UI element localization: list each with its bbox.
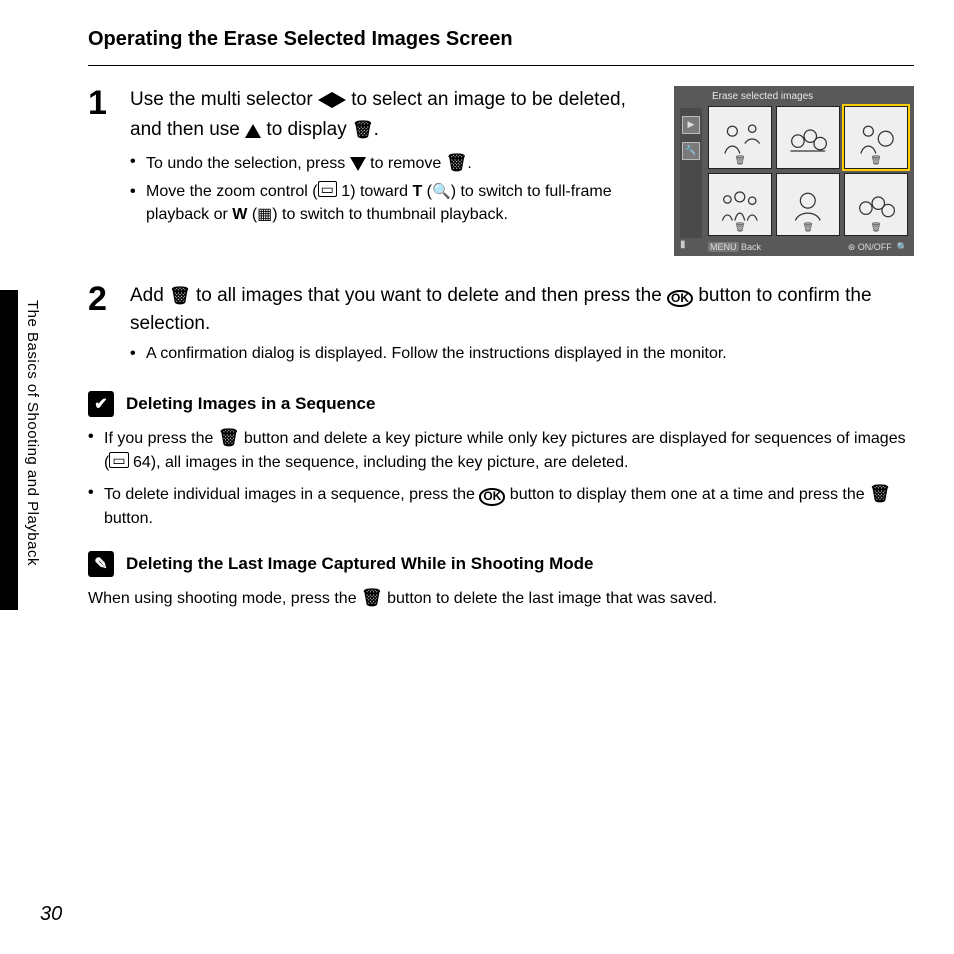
callout-sequence-heading: Deleting Images in a Sequence [126,394,375,414]
onoff-label: ON/OFF [858,242,892,252]
step-1-bullet-2: Move the zoom control (▭ 1) toward T (🔍)… [130,181,914,226]
t-zoom-icon: T [412,183,422,200]
step-1-bullet-1: To undo the selection, press to remove 🗑… [130,151,914,177]
step-2-number: 2 [88,282,130,369]
caution-badge-icon: ✔ [88,391,114,417]
callout1-item-2: To delete individual images in a sequenc… [88,481,914,531]
ok-button-icon: OK [667,290,693,307]
page-number: 30 [40,903,62,926]
title-rule [88,65,914,66]
play-mode-icon: ▶ [682,116,700,134]
magnify-icon: 🔍 [432,183,451,200]
right-arrow-icon [332,88,346,116]
trash-icon: 🗑 [169,286,191,305]
ok-hint-icon: ⊛ [848,242,856,252]
side-section-label: The Basics of Shooting and Playback [24,300,41,566]
step-2-bullet-1: A confirmation dialog is displayed. Foll… [130,343,914,365]
trash-icon: 🗑 [869,484,891,503]
back-label: Back [741,242,761,252]
left-arrow-icon [318,88,332,116]
step-2-text: Add 🗑 to all images that you want to del… [130,282,914,337]
battery-icon: ▮ [680,238,686,253]
callout-last-image: ✎ Deleting the Last Image Captured While… [88,551,914,611]
page-title: Operating the Erase Selected Images Scre… [88,28,914,51]
trash-icon: 🗑 [446,153,468,172]
trash-icon: 🗑 [218,428,240,447]
lcd-title: Erase selected images [712,90,813,105]
callout2-body: When using shooting mode, press the 🗑 bu… [88,585,914,611]
zoom-hint-icon: 🔍 [897,242,908,252]
trash-icon: 🗑 [361,588,383,607]
trash-icon: 🗑 [352,120,374,139]
step-2: 2 Add 🗑 to all images that you want to d… [88,282,914,369]
note-badge-icon: ✎ [88,551,114,577]
callout-last-image-heading: Deleting the Last Image Captured While i… [126,554,594,574]
down-arrow-icon [350,155,366,177]
page-ref-icon: ▭ [318,181,337,197]
menu-button-hint: MENU [708,242,739,252]
up-arrow-icon [245,118,261,146]
w-zoom-icon: W [232,206,247,223]
callout1-item-1: If you press the 🗑 button and delete a k… [88,425,914,475]
step-1-number: 1 [88,86,130,260]
page-ref-icon: ▭ [109,452,128,468]
ok-button-icon: OK [479,488,505,505]
thumbnail-grid-icon: ▦ [257,206,272,223]
side-tab [0,290,18,610]
callout-sequence: ✔ Deleting Images in a Sequence If you p… [88,391,914,531]
step-1: 1 Erase selected images ▶ 🔧 🗑 [88,86,914,260]
